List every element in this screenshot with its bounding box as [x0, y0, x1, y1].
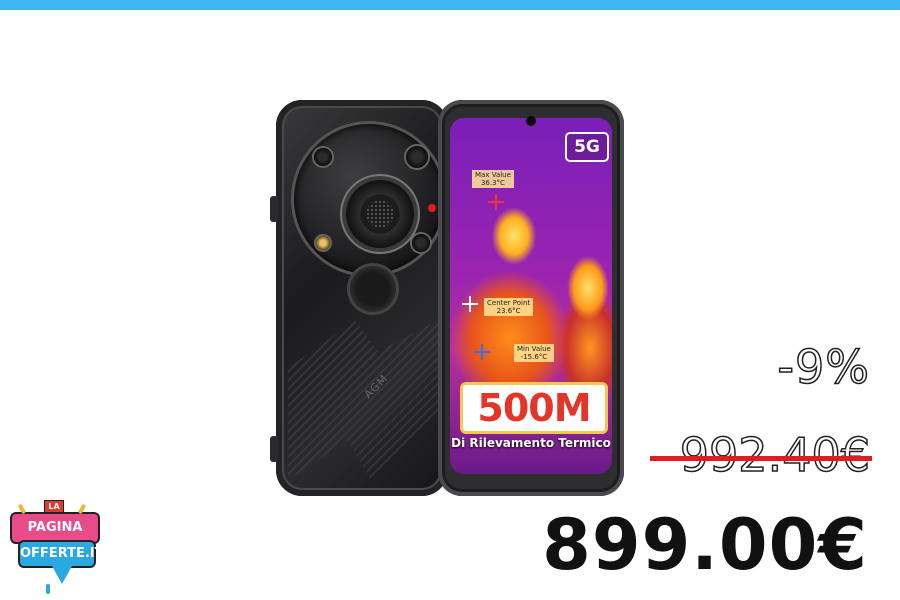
center-point-label: Center Point — [487, 299, 531, 307]
site-logo: LA PAGINA DELLE OFFERTE.IT — [8, 500, 104, 594]
side-button — [270, 196, 278, 222]
logo-speech-tail — [52, 566, 72, 584]
phone-back: AGM — [276, 100, 448, 496]
side-button — [270, 436, 278, 462]
product-image: AGM 5G Max Value 36.3°C Center Point 23.… — [270, 96, 630, 500]
speaker-icon — [346, 180, 414, 248]
5g-badge: 5G — [565, 132, 609, 162]
flash-light — [316, 236, 330, 250]
min-crosshair-icon — [474, 344, 490, 360]
headline-box: 500M — [460, 382, 608, 434]
old-price: 992.40€ — [679, 427, 871, 483]
laser-sensor — [428, 204, 436, 212]
camera-lens — [412, 234, 430, 252]
back-pattern — [288, 320, 438, 480]
logo-line-2: OFFERTE.IT — [18, 540, 104, 568]
screen-caption: Di Rilevamento Termico — [451, 436, 611, 450]
max-value-label: Max Value — [475, 171, 511, 179]
center-point-tag: Center Point 23.6°C — [484, 298, 534, 316]
fingerprint-sensor — [350, 266, 396, 312]
headline-text: 500M — [477, 386, 591, 430]
camera-lens — [314, 148, 332, 166]
max-value-reading: 36.3°C — [480, 179, 505, 187]
max-value-tag: Max Value 36.3°C — [472, 170, 514, 188]
max-crosshair-icon — [488, 194, 504, 210]
camera-lens — [406, 146, 428, 168]
center-crosshair-icon — [462, 296, 478, 312]
min-value-label: Min Value — [517, 345, 551, 353]
logo-spark-icon — [46, 584, 50, 594]
phone-front: 5G Max Value 36.3°C Center Point 23.6°C … — [438, 100, 624, 496]
price-strikethrough — [650, 456, 872, 461]
center-point-reading: 23.6°C — [496, 307, 521, 315]
front-camera-icon — [526, 116, 536, 126]
top-accent-bar — [0, 0, 900, 10]
min-value-reading: -15.6°C — [520, 353, 548, 361]
camera-module — [294, 124, 444, 274]
thermal-screen: 5G Max Value 36.3°C Center Point 23.6°C … — [450, 118, 612, 474]
discount-percent: -9% — [777, 339, 870, 395]
min-value-tag: Min Value -15.6°C — [514, 344, 554, 362]
current-price: 899.00€ — [542, 504, 868, 586]
